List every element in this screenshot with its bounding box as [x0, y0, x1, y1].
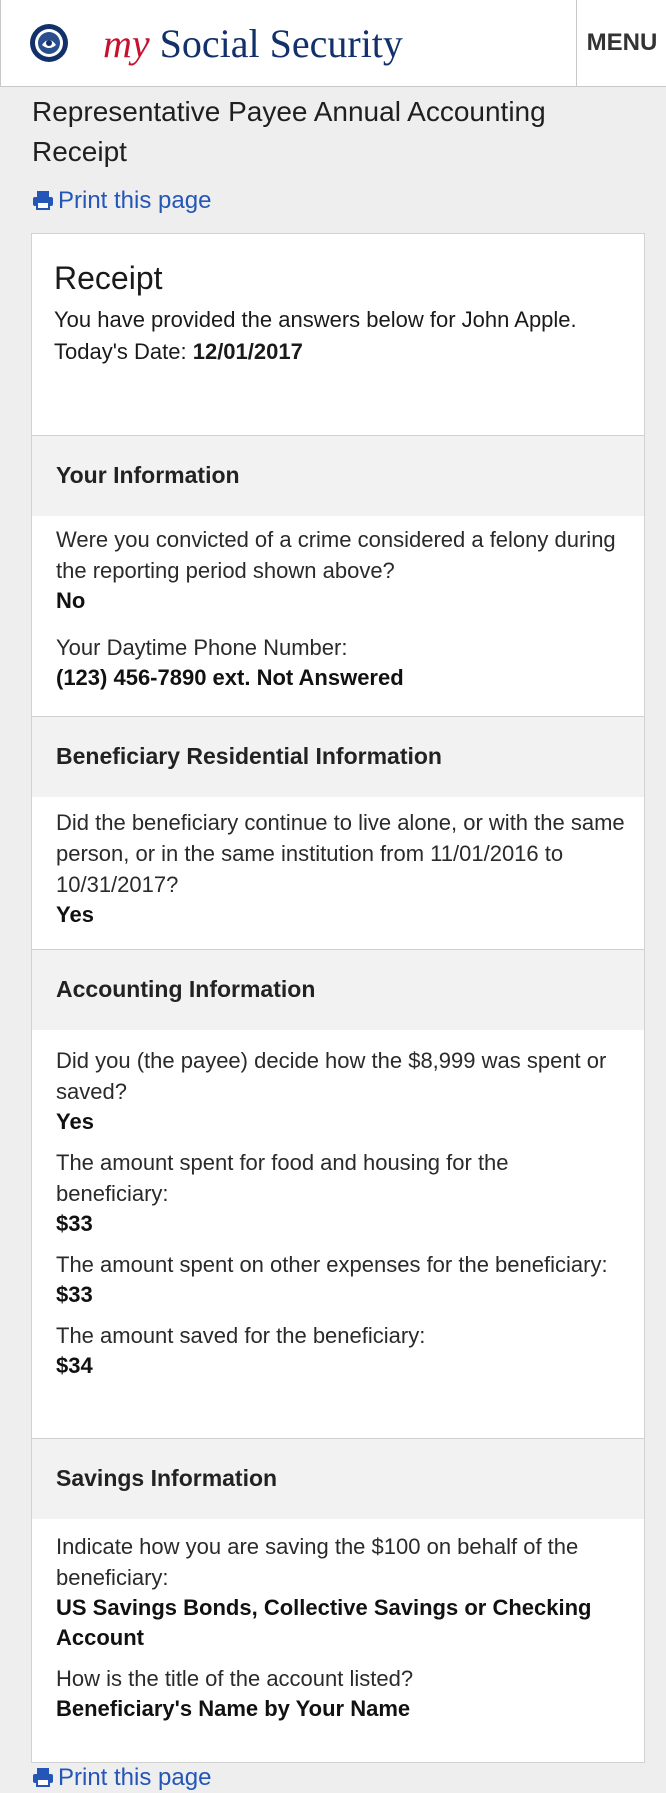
residence-question: Did the beneficiary continue to live alo… — [56, 810, 625, 897]
payee-decide-answer: Yes — [56, 1109, 94, 1134]
section-accounting-information: Accounting Information — [32, 949, 644, 1030]
receipt-intro: Receipt You have provided the answers be… — [54, 258, 624, 368]
food-housing-answer: $33 — [56, 1211, 93, 1236]
receipt-intro-text: You have provided the answers below for … — [54, 307, 577, 332]
site-header: my Social Security MENU — [0, 0, 666, 87]
printer-icon — [33, 1768, 53, 1787]
section-title: Savings Information — [56, 1465, 278, 1491]
page-title: Representative Payee Annual Accounting R… — [32, 96, 546, 167]
printer-icon — [33, 191, 53, 210]
saving-method-answer: US Savings Bonds, Collective Savings or … — [56, 1595, 592, 1650]
account-title-answer: Beneficiary's Name by Your Name — [56, 1696, 411, 1721]
food-housing-question: The amount spent for food and housing fo… — [56, 1150, 509, 1206]
other-expenses-answer: $33 — [56, 1282, 93, 1307]
receipt-card: Receipt You have provided the answers be… — [31, 233, 645, 1763]
brand-my: my — [103, 21, 150, 66]
print-link-label: Print this page — [58, 1764, 212, 1791]
receipt-heading: Receipt — [54, 260, 163, 296]
date-label: Today's Date: — [54, 339, 193, 364]
accounting-content: Did you (the payee) decide how the $8,99… — [56, 1045, 626, 1381]
section-title: Your Information — [56, 462, 240, 488]
ssa-seal-icon[interactable] — [29, 23, 69, 63]
felony-question: Were you convicted of a crime considered… — [56, 527, 616, 583]
section-beneficiary-residential: Beneficiary Residential Information — [32, 716, 644, 797]
residential-content: Did the beneficiary continue to live alo… — [56, 807, 626, 930]
print-link-label: Print this page — [58, 187, 212, 214]
todays-date: Today's Date: 12/01/2017 — [54, 336, 624, 368]
section-title: Accounting Information — [56, 976, 316, 1002]
residence-answer: Yes — [56, 902, 94, 927]
date-value: 12/01/2017 — [192, 339, 303, 364]
other-expenses-question: The amount spent on other expenses for t… — [56, 1252, 608, 1277]
saving-method-question: Indicate how you are saving the $100 on … — [56, 1534, 579, 1590]
your-info-content: Were you convicted of a crime considered… — [56, 524, 626, 693]
amount-saved-question: The amount saved for the beneficiary: — [56, 1323, 426, 1348]
felony-answer: No — [56, 588, 86, 613]
payee-decide-question: Did you (the payee) decide how the $8,99… — [56, 1048, 607, 1104]
menu-button[interactable]: MENU — [576, 0, 666, 86]
section-title: Beneficiary Residential Information — [56, 743, 442, 769]
phone-question: Your Daytime Phone Number: — [56, 635, 348, 660]
phone-answer: (123) 456-7890 ext. Not Answered — [56, 665, 404, 690]
account-title-question: How is the title of the account listed? — [56, 1666, 414, 1691]
section-your-information: Your Information — [32, 435, 644, 516]
amount-saved-answer: $34 — [56, 1353, 93, 1378]
print-page-link-top[interactable]: Print this page — [32, 186, 211, 216]
savings-content: Indicate how you are saving the $100 on … — [56, 1531, 626, 1724]
brand-wordmark[interactable]: my Social Security — [103, 22, 403, 66]
section-savings-information: Savings Information — [32, 1438, 644, 1519]
brand-name: Social Security — [159, 21, 403, 66]
